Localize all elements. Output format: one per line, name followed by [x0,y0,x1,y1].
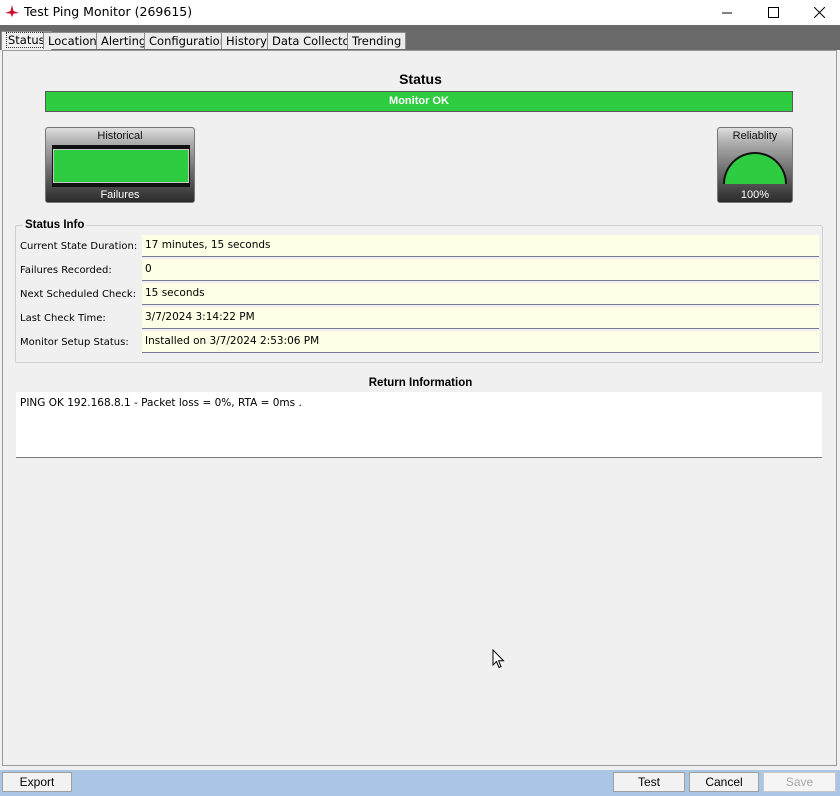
status-heading: Status [399,71,442,87]
return-information-heading: Return Information [368,377,473,389]
info-row-failures-recorded: Failures Recorded: 0 [17,259,819,281]
historical-bar-fill [53,149,189,183]
window-title: Test Ping Monitor (269615) [24,4,193,19]
info-label: Next Scheduled Check: [20,289,137,300]
info-row-next-scheduled-check: Next Scheduled Check: 15 seconds [17,283,819,305]
cancel-button[interactable]: Cancel [689,772,759,792]
tab-location[interactable]: Location [43,32,102,49]
status-panel: Status Monitor OK Historical Failures Re… [2,50,837,766]
minimize-icon [722,12,732,13]
info-value: 0 [142,259,819,281]
test-button[interactable]: Test [613,772,685,792]
tab-alerting[interactable]: Alerting [96,32,152,49]
info-label: Current State Duration: [20,241,138,252]
tab-history[interactable]: History [221,32,272,49]
status-bar: Monitor OK [45,91,793,112]
info-value: 15 seconds [142,283,819,305]
info-value: 17 minutes, 15 seconds [142,235,819,257]
status-info-legend: Status Info [23,219,87,231]
maximize-button[interactable] [750,0,796,25]
reliability-title: Reliablity [718,128,792,144]
reliability-dial [723,152,787,184]
tab-trending[interactable]: Trending [347,32,407,49]
save-button[interactable]: Save [763,772,836,792]
maximize-icon [767,7,779,18]
tab-configuration[interactable]: Configuration [144,32,232,49]
export-button[interactable]: Export [2,772,72,792]
info-row-last-check-time: Last Check Time: 3/7/2024 3:14:22 PM [17,307,819,329]
info-value: Installed on 3/7/2024 2:53:06 PM [142,331,819,353]
minimize-button[interactable] [704,0,750,25]
close-button[interactable] [796,0,840,25]
title-bar: Test Ping Monitor (269615) [0,0,840,25]
tab-data-collector[interactable]: Data Collector [267,32,360,49]
info-value: 3/7/2024 3:14:22 PM [142,307,819,329]
info-label: Monitor Setup Status: [20,337,129,348]
tab-label: Status [6,32,47,48]
info-row-current-state-duration: Current State Duration: 17 minutes, 15 s… [17,235,819,257]
historical-title: Historical [46,128,194,144]
info-label: Failures Recorded: [20,265,112,276]
historical-bar-area [52,145,190,187]
reliability-value: 100% [740,189,770,201]
close-icon [813,7,825,18]
return-information-text[interactable]: PING OK 192.168.8.1 - Packet loss = 0%, … [16,392,822,458]
reliability-gauge: Reliablity 100% [717,127,793,203]
app-red-icon [5,5,19,17]
historical-gauge: Historical Failures [45,127,195,203]
info-row-monitor-setup-status: Monitor Setup Status: Installed on 3/7/2… [17,331,819,353]
historical-caption: Failures [100,189,140,201]
mouse-cursor-icon [492,649,505,669]
info-label: Last Check Time: [20,313,106,324]
